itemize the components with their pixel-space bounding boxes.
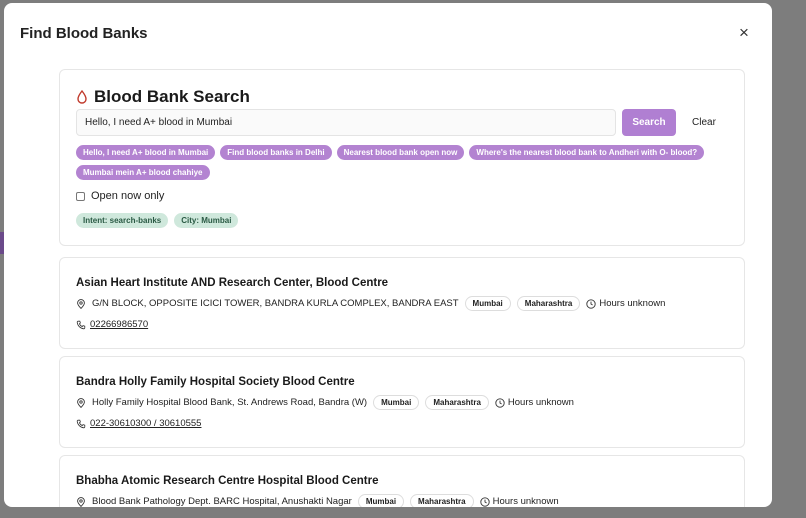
find-blood-banks-modal: Find Blood Banks × Blood Bank Search Sea… [4, 3, 772, 507]
result-card: Asian Heart Institute AND Research Cente… [59, 257, 745, 349]
clock-icon [495, 397, 505, 408]
hours-text: Hours unknown [507, 397, 574, 408]
search-button[interactable]: Search [622, 109, 676, 136]
state-badge: Maharashtra [410, 494, 474, 507]
clock-icon [479, 496, 490, 507]
suggestion-chip[interactable]: Find blood banks in Delhi [220, 145, 332, 160]
address-row: Blood Bank Pathology Dept. BARC Hospital… [76, 494, 559, 507]
blood-bank-name: Bhabha Atomic Research Centre Hospital B… [76, 475, 379, 487]
blood-bank-name: Bandra Holly Family Hospital Society Blo… [76, 376, 355, 388]
phone-icon [76, 419, 86, 428]
state-badge: Maharashtra [425, 395, 489, 410]
suggestion-chip[interactable]: Mumbai mein A+ blood chahiye [76, 165, 210, 180]
phone-row: 022-30610300 / 30610555 [76, 418, 201, 429]
modal-header: Find Blood Banks × [20, 23, 772, 47]
hours-status: Hours unknown [479, 496, 559, 507]
address-text: Blood Bank Pathology Dept. BARC Hospital… [92, 496, 352, 507]
phone-link[interactable]: 02266986570 [90, 319, 148, 330]
search-input[interactable] [76, 109, 616, 136]
suggestion-chip[interactable]: Where's the nearest blood bank to Andher… [469, 145, 705, 160]
open-now-label: Open now only [91, 190, 165, 202]
hours-status: Hours unknown [586, 298, 665, 309]
address-row: G/N BLOCK, OPPOSITE ICICI TOWER, BANDRA … [76, 296, 665, 311]
phone-link[interactable]: 022-30610300 / 30610555 [90, 418, 201, 429]
suggestion-chips: Hello, I need A+ blood in Mumbai Find bl… [76, 145, 716, 180]
city-tag: City: Mumbai [174, 213, 239, 228]
close-button[interactable]: × [732, 21, 756, 45]
blood-drop-icon [77, 90, 87, 104]
clock-icon [586, 298, 597, 309]
search-card: Blood Bank Search Search Clear Hello, I … [59, 69, 745, 246]
detected-tags: Intent: search-banks City: Mumbai [76, 213, 239, 228]
map-pin-icon [77, 298, 85, 309]
hours-text: Hours unknown [492, 496, 559, 507]
city-badge: Mumbai [373, 395, 420, 410]
phone-icon [76, 320, 86, 329]
city-badge: Mumbai [464, 296, 511, 311]
close-icon: × [739, 23, 749, 42]
open-now-toggle[interactable]: Open now only [76, 190, 164, 202]
address-text: Holly Family Hospital Blood Bank, St. An… [92, 397, 368, 408]
suggestion-chip[interactable]: Nearest blood bank open now [336, 145, 465, 160]
open-now-checkbox[interactable] [76, 191, 85, 201]
blood-bank-name: Asian Heart Institute AND Research Cente… [76, 277, 389, 289]
result-card: Bandra Holly Family Hospital Society Blo… [59, 356, 745, 448]
state-badge: Maharashtra [516, 296, 581, 311]
map-pin-icon [77, 397, 85, 408]
hours-status: Hours unknown [495, 397, 574, 408]
modal-title: Find Blood Banks [20, 25, 148, 42]
address-text: G/N BLOCK, OPPOSITE ICICI TOWER, BANDRA … [92, 298, 459, 309]
map-pin-icon [77, 496, 85, 507]
search-title: Blood Bank Search [94, 87, 250, 106]
clear-button[interactable]: Clear [682, 109, 726, 136]
hours-text: Hours unknown [599, 298, 666, 309]
address-row: Holly Family Hospital Blood Bank, St. An… [76, 395, 574, 410]
intent-tag: Intent: search-banks [76, 213, 169, 228]
city-badge: Mumbai [357, 494, 405, 507]
search-title-row: Blood Bank Search [76, 87, 250, 107]
suggestion-chip[interactable]: Hello, I need A+ blood in Mumbai [76, 145, 216, 160]
result-card: Bhabha Atomic Research Centre Hospital B… [59, 455, 745, 507]
phone-row: 02266986570 [76, 319, 148, 330]
